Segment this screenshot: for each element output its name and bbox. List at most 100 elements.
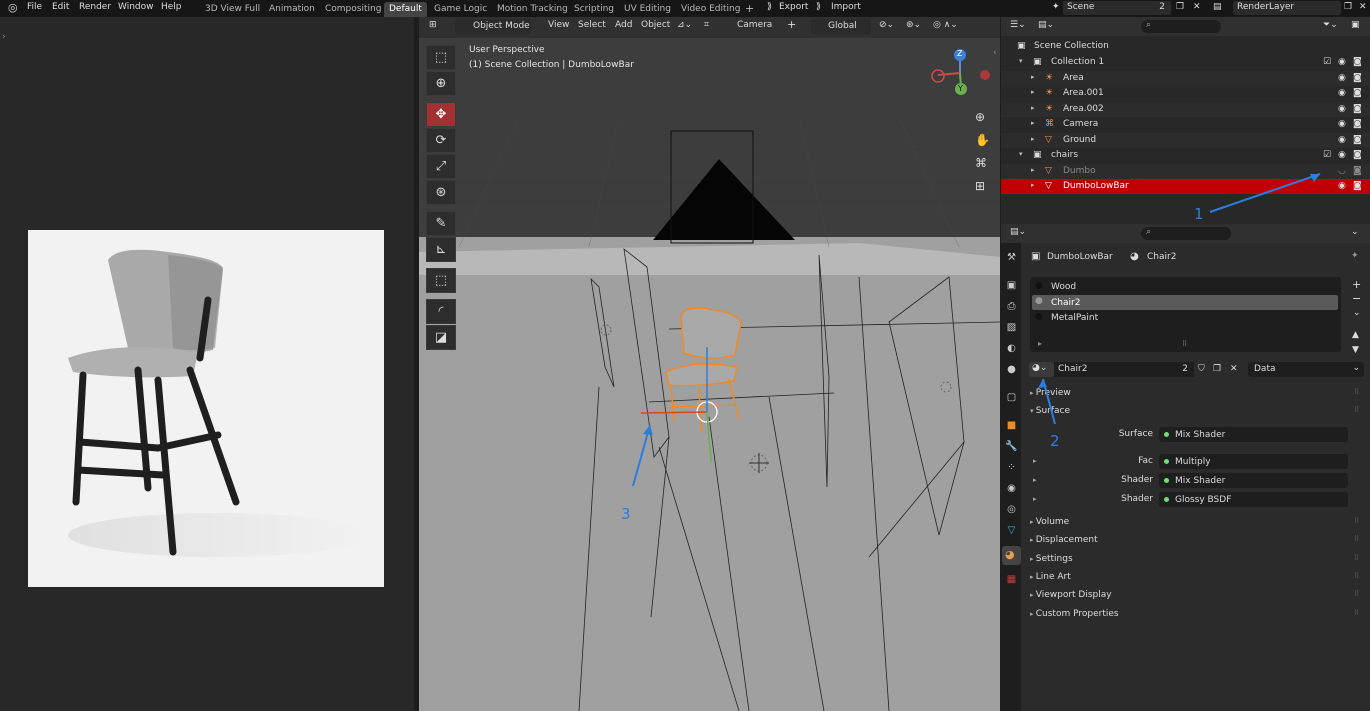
hand-pan-icon[interactable]: ✋: [975, 133, 990, 147]
eye-icon[interactable]: ◉: [1338, 150, 1346, 160]
outliner-search-input[interactable]: ⌕: [1141, 20, 1221, 33]
section-collapsed[interactable]: ▸ Settings: [1030, 554, 1073, 564]
tab-video-editing[interactable]: Video Editing: [676, 2, 745, 17]
unlink-material-icon[interactable]: ✕: [1230, 364, 1238, 374]
proportional-icon[interactable]: ⊛⌄: [906, 20, 921, 30]
drag-handle-icon[interactable]: ⠿: [1354, 388, 1359, 396]
shader-socket-field[interactable]: Mix Shader: [1159, 427, 1348, 442]
pin-icon[interactable]: ✦: [1351, 251, 1359, 261]
render-camera-icon[interactable]: ◙: [1353, 57, 1362, 67]
new-collection-icon[interactable]: ▣: [1351, 20, 1360, 30]
expand-arrow-icon[interactable]: ▸: [1031, 135, 1035, 143]
expand-arrow-icon[interactable]: ▸: [1031, 88, 1035, 96]
expand-arrow-icon[interactable]: ▸: [1033, 476, 1037, 484]
drag-handle-icon[interactable]: ⠿: [1354, 554, 1359, 562]
outliner-row[interactable]: ▸ ☀ Area ◉ ◙: [1001, 70, 1370, 86]
object-tab-icon[interactable]: ■: [1004, 420, 1019, 435]
render-camera-icon[interactable]: ◙: [1353, 73, 1362, 83]
render-camera-icon[interactable]: ◙: [1353, 135, 1362, 145]
drag-handle-icon[interactable]: ⠿: [1354, 406, 1359, 414]
outliner-editor-icon[interactable]: ☰⌄: [1010, 20, 1026, 30]
tab-scripting[interactable]: Scripting: [569, 2, 619, 17]
expand-arrow-icon[interactable]: ▸: [1031, 166, 1035, 174]
collection-tab-icon[interactable]: ▢: [1004, 392, 1019, 407]
shrink-tool[interactable]: ◪: [426, 325, 456, 350]
shader-socket-field[interactable]: Mix Shader: [1159, 473, 1348, 488]
tab-default[interactable]: Default: [384, 2, 427, 17]
expand-arrow-icon[interactable]: ▸: [1033, 457, 1037, 465]
slot-specials-icon[interactable]: ⌄: [1353, 308, 1361, 318]
export-button[interactable]: Export: [779, 2, 808, 12]
object-menu[interactable]: Object: [641, 20, 670, 30]
add-workspace-button[interactable]: +: [740, 0, 759, 15]
outliner-row[interactable]: ▾ ▣ Collection 1 ☑ ◉ ◙: [1001, 55, 1370, 70]
drag-handle-icon[interactable]: ⠿: [1354, 590, 1359, 598]
tool-tab-icon[interactable]: ⚒: [1004, 252, 1019, 267]
section-collapsed[interactable]: ▸ Volume: [1030, 517, 1069, 527]
snapping-dropdown-icon[interactable]: ⊿⌄: [677, 20, 692, 30]
collapse-arrow-icon[interactable]: ▾: [1019, 57, 1023, 65]
eye-icon[interactable]: ◉: [1338, 73, 1346, 83]
camera-view-icon[interactable]: ⌘: [975, 156, 987, 170]
duplicate-scene-icon[interactable]: ❐: [1176, 2, 1184, 12]
render-camera-icon[interactable]: ◙: [1353, 166, 1362, 176]
texture-tab-icon[interactable]: ▦: [1004, 574, 1019, 589]
list-expand-icon[interactable]: ▸: [1038, 339, 1042, 348]
add-menu[interactable]: Add: [615, 20, 632, 30]
material-tab-active[interactable]: ◕: [1002, 546, 1021, 565]
move-tool[interactable]: ✥: [426, 102, 456, 127]
slot-chair2[interactable]: ● Chair2: [1032, 295, 1338, 310]
link-dropdown[interactable]: Data ⌄: [1248, 362, 1364, 377]
duplicate-material-icon[interactable]: ❐: [1213, 364, 1221, 374]
expand-arrow-icon[interactable]: ▸: [1031, 104, 1035, 112]
output-tab-icon[interactable]: ⎙: [1004, 301, 1019, 316]
menu-render[interactable]: Render: [79, 2, 111, 12]
section-collapsed[interactable]: ▸ Viewport Display: [1030, 590, 1112, 600]
navigation-gizmo[interactable]: Z Y: [930, 45, 990, 105]
import-button[interactable]: Import: [831, 2, 861, 12]
3d-viewport[interactable]: [419, 17, 1000, 711]
cursor-tool[interactable]: ⊕: [426, 71, 456, 96]
camera-dropdown[interactable]: Camera: [737, 20, 772, 30]
drag-handle-icon[interactable]: ⠿: [1354, 517, 1359, 525]
eye-icon[interactable]: ◉: [1338, 181, 1346, 191]
scene-selector[interactable]: Scene 2: [1063, 1, 1171, 15]
annotate-tool[interactable]: ✎: [426, 211, 456, 236]
render-camera-icon[interactable]: ◙: [1353, 150, 1362, 160]
properties-options-icon[interactable]: ⌄: [1351, 227, 1359, 237]
drag-handle-icon[interactable]: ⠿: [1354, 572, 1359, 580]
expand-arrow-icon[interactable]: ▸: [1031, 181, 1035, 189]
outliner-row[interactable]: ▸ ☀ Area.002 ◉ ◙: [1001, 101, 1370, 117]
perspective-grid-icon[interactable]: ⊞: [975, 179, 985, 193]
tab-motion-tracking[interactable]: Motion Tracking: [492, 2, 573, 17]
bevel-tool[interactable]: ◜: [426, 299, 456, 324]
add-cube-tool[interactable]: ⬚: [426, 268, 456, 293]
remove-slot-button[interactable]: −: [1352, 292, 1361, 305]
physics-tab-icon[interactable]: ◉: [1004, 483, 1019, 498]
data-tab-icon[interactable]: ▽: [1004, 525, 1019, 540]
outliner-row[interactable]: ▸ ▽ Ground ◉ ◙: [1001, 132, 1370, 148]
render-camera-icon[interactable]: ◙: [1353, 104, 1362, 114]
duplicate-layer-icon[interactable]: ❐: [1344, 2, 1352, 12]
outliner-row[interactable]: ▸ ⌘ Camera ◉ ◙: [1001, 117, 1370, 132]
object-mode-dropdown[interactable]: Object Mode: [455, 19, 531, 34]
particles-tab-icon[interactable]: ⁘: [1004, 462, 1019, 477]
filter-icon[interactable]: ⏷⌄: [1323, 20, 1338, 30]
eye-icon[interactable]: ◉: [1338, 104, 1346, 114]
tab-uv-editing[interactable]: UV Editing: [619, 2, 676, 17]
list-resize-icon[interactable]: ⠿: [1182, 340, 1187, 348]
select-box-tool[interactable]: ⬚: [426, 45, 456, 70]
move-up-icon[interactable]: ▲: [1352, 330, 1359, 340]
display-mode-icon[interactable]: ▤⌄: [1038, 20, 1054, 30]
shader-socket-field[interactable]: Multiply: [1159, 454, 1348, 469]
slot-metalpaint[interactable]: ● MetalPaint: [1032, 311, 1338, 325]
select-menu[interactable]: Select: [578, 20, 606, 30]
menu-window[interactable]: Window: [118, 2, 154, 12]
shader-socket-field[interactable]: Glossy BSDF: [1159, 492, 1348, 507]
expand-arrow-icon[interactable]: ▸: [1031, 73, 1035, 81]
rotate-tool[interactable]: ⟳: [426, 128, 456, 153]
world-tab-icon[interactable]: ●: [1004, 364, 1019, 379]
menu-edit[interactable]: Edit: [52, 2, 69, 12]
tab-compositing[interactable]: Compositing: [320, 2, 386, 17]
drag-handle-icon[interactable]: ⠿: [1354, 609, 1359, 617]
